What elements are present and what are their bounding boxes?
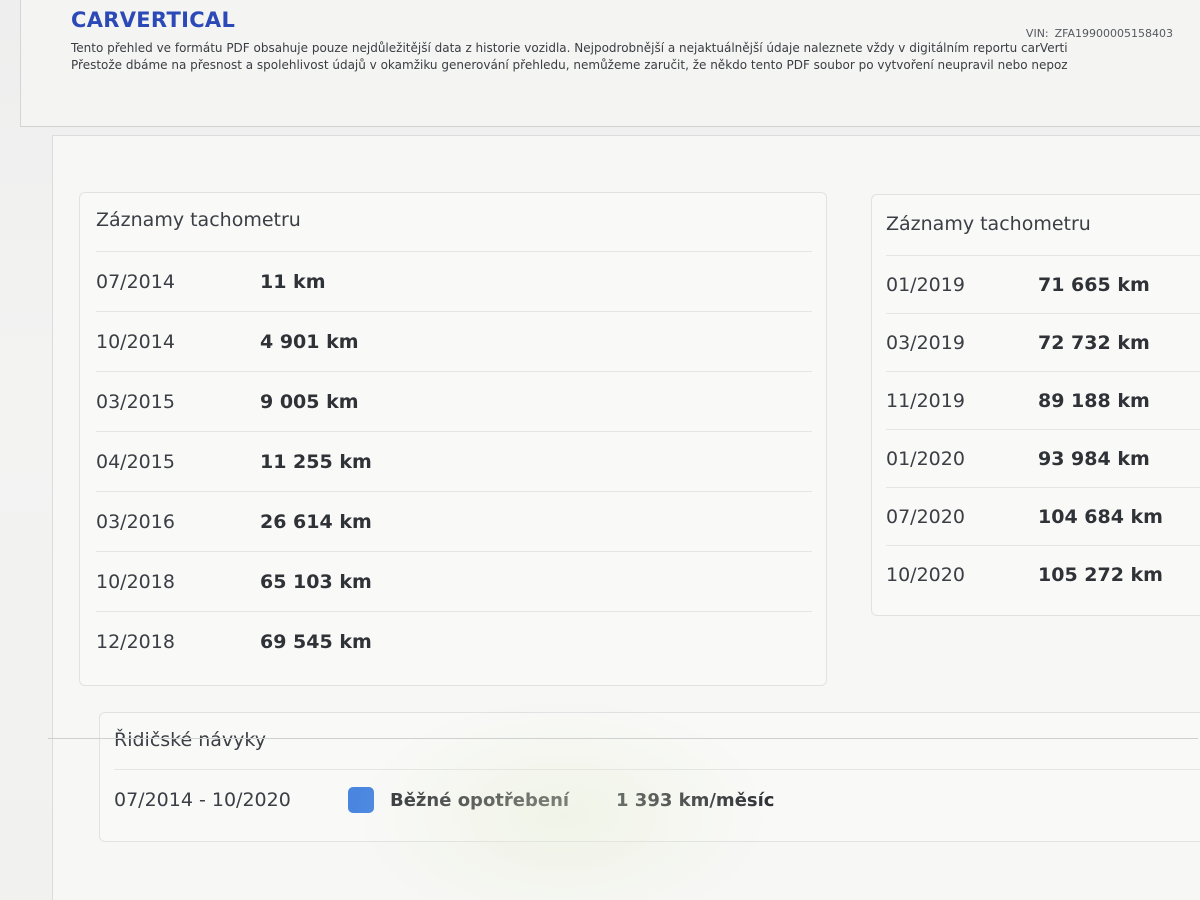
record-date: 07/2020: [886, 505, 965, 528]
odometer-row: 04/2015 11 255 km: [96, 431, 812, 491]
disclaimer-line: Přestože dbáme na přesnost a spolehlivos…: [71, 58, 1068, 72]
card-title: Záznamy tachometru: [96, 209, 301, 231]
record-date: 03/2015: [96, 390, 175, 413]
vin-label: VIN:: [1025, 27, 1049, 40]
wear-level-badge: [348, 787, 374, 813]
disclaimer-line: Tento přehled ve formátu PDF obsahuje po…: [71, 41, 1068, 55]
record-date: 10/2014: [96, 330, 175, 353]
record-mileage: 69 545 km: [260, 630, 372, 653]
driving-habits-card: Řidičské návyky 07/2014 - 10/2020 Běžné …: [99, 712, 1200, 842]
odometer-row: 03/2015 9 005 km: [96, 371, 812, 431]
odometer-row: 07/2014 11 km: [96, 251, 812, 311]
record-mileage: 72 732 km: [1038, 331, 1150, 354]
odometer-row: 03/2019 72 732 km: [886, 313, 1200, 371]
record-mileage: 9 005 km: [260, 390, 359, 413]
odometer-records-card-left: Záznamy tachometru 07/2014 11 km 10/2014…: [79, 192, 827, 686]
record-mileage: 71 665 km: [1038, 273, 1150, 296]
habit-date-range: 07/2014 - 10/2020: [114, 789, 291, 811]
wear-level-label: Běžné opotřebení: [390, 789, 570, 811]
record-date: 03/2016: [96, 510, 175, 533]
odometer-row: 12/2018 69 545 km: [96, 611, 812, 671]
vin-value: ZFA19900005158403: [1054, 27, 1173, 40]
record-date: 01/2020: [886, 447, 965, 470]
odometer-row: 10/2020 105 272 km: [886, 545, 1200, 603]
monthly-mileage: 1 393 km/měsíc: [616, 789, 775, 811]
record-date: 07/2014: [96, 270, 175, 293]
record-date: 03/2019: [886, 331, 965, 354]
habit-row: 07/2014 - 10/2020 Běžné opotřebení 1 393…: [114, 769, 1200, 830]
disclaimer-text: Tento přehled ve formátu PDF obsahuje po…: [71, 40, 1200, 74]
record-date: 10/2020: [886, 563, 965, 586]
record-mileage: 4 901 km: [260, 330, 359, 353]
odometer-row: 07/2020 104 684 km: [886, 487, 1200, 545]
card-title: Řidičské návyky: [114, 729, 266, 751]
record-date: 10/2018: [96, 570, 175, 593]
report-sheet: Záznamy tachometru 07/2014 11 km 10/2014…: [52, 135, 1200, 900]
odometer-row: 01/2019 71 665 km: [886, 255, 1200, 313]
record-mileage: 93 984 km: [1038, 447, 1150, 470]
record-date: 11/2019: [886, 389, 965, 412]
record-date: 12/2018: [96, 630, 175, 653]
record-mileage: 105 272 km: [1038, 563, 1163, 586]
record-mileage: 89 188 km: [1038, 389, 1150, 412]
odometer-row: 10/2014 4 901 km: [96, 311, 812, 371]
odometer-row: 10/2018 65 103 km: [96, 551, 812, 611]
record-date: 04/2015: [96, 450, 175, 473]
record-mileage: 26 614 km: [260, 510, 372, 533]
odometer-row: 11/2019 89 188 km: [886, 371, 1200, 429]
report-header: CARVERTICAL VIN: ZFA19900005158403 Tento …: [20, 0, 1200, 127]
record-mileage: 65 103 km: [260, 570, 372, 593]
record-mileage: 104 684 km: [1038, 505, 1163, 528]
carvertical-logo: CARVERTICAL: [71, 8, 236, 32]
record-date: 01/2019: [886, 273, 965, 296]
report-page: CARVERTICAL VIN: ZFA19900005158403 Tento …: [0, 0, 1200, 900]
record-mileage: 11 255 km: [260, 450, 372, 473]
card-title: Záznamy tachometru: [886, 213, 1091, 235]
odometer-records-card-right: Záznamy tachometru 01/2019 71 665 km 03/…: [871, 194, 1200, 616]
record-mileage: 11 km: [260, 270, 326, 293]
divider: [48, 738, 1198, 739]
odometer-row: 03/2016 26 614 km: [96, 491, 812, 551]
odometer-row: 01/2020 93 984 km: [886, 429, 1200, 487]
vin-display: VIN: ZFA19900005158403: [1026, 27, 1173, 40]
